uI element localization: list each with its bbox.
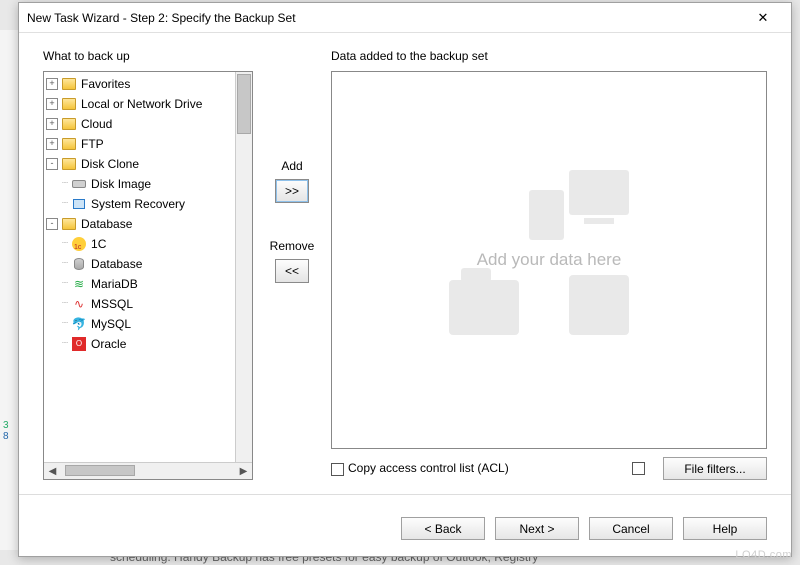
vertical-scrollbar[interactable] [235,72,252,462]
tree-connector: ┈ [62,314,68,334]
cancel-button[interactable]: Cancel [589,517,673,540]
destination-panel: Data added to the backup set [331,49,767,480]
tree-toggle[interactable]: - [46,158,58,170]
source-label: What to back up [43,49,253,65]
backup-set-list[interactable]: Add your data here [331,71,767,449]
tree-item-label: Oracle [91,334,126,354]
options-row: Copy access control list (ACL) File filt… [331,449,767,480]
vertical-scroll-thumb[interactable] [237,74,251,134]
folder-icon [61,136,77,152]
tree-item-label: System Recovery [91,194,185,214]
tree-item[interactable]: ┈ Disk Image [44,174,252,194]
scroll-right-arrow[interactable]: ▶ [235,466,252,477]
horizontal-scrollbar[interactable]: ◀ ▶ [44,462,252,479]
tree-connector: ┈ [62,254,68,274]
tree-item[interactable]: ┈ 1C [44,234,252,254]
folder-icon [61,76,77,92]
dialog-content: What to back up + Favorites + Local or Netw… [19,33,791,505]
tree-toggle[interactable]: + [46,98,58,110]
tree-item-label: MSSQL [91,294,133,314]
window-title: New Task Wizard - Step 2: Specify the Ba… [27,11,743,25]
mysql-icon: 🐬 [71,316,87,332]
horizontal-scroll-track[interactable] [61,463,235,479]
tree-toggle[interactable]: - [46,218,58,230]
remove-button[interactable]: << [275,259,309,283]
tree-item[interactable]: + Favorites [44,74,252,94]
horizontal-scroll-thumb[interactable] [65,465,135,476]
monitor-icon [71,196,87,212]
onec-icon [71,236,87,252]
acl-checkbox-label[interactable]: Copy access control list (ACL) [331,461,509,475]
tree-item-label: FTP [81,134,104,154]
disk-icon [71,176,87,192]
tree-toggle[interactable]: + [46,138,58,150]
folder-icon [61,156,77,172]
tree-item[interactable]: + Local or Network Drive [44,94,252,114]
acl-checkbox[interactable] [331,463,344,476]
tree-item-label: Database [81,214,132,234]
folder-icon [61,116,77,132]
tree-connector: ┈ [62,174,68,194]
tree-item-label: Local or Network Drive [81,94,202,114]
help-button[interactable]: Help [683,517,767,540]
tree-item[interactable]: - Database [44,214,252,234]
source-panel: What to back up + Favorites + Local or Netw… [43,49,253,480]
folder-icon [61,96,77,112]
next-button[interactable]: Next > [495,517,579,540]
dialog-window: New Task Wizard - Step 2: Specify the Ba… [18,2,792,557]
tree-connector: ┈ [62,294,68,314]
db-icon [71,256,87,272]
scroll-left-arrow[interactable]: ◀ [44,466,61,477]
tree-item-label: Cloud [81,114,112,134]
file-filters-button[interactable]: File filters... [663,457,767,480]
tree-toggle[interactable]: + [46,118,58,130]
acl-text: Copy access control list (ACL) [348,461,509,475]
bg-num: 3 [0,420,18,431]
maria-icon: ≋ [71,276,87,292]
back-button[interactable]: < Back [401,517,485,540]
placeholder-text: Add your data here [477,250,622,270]
tree-item[interactable]: - Disk Clone [44,154,252,174]
tree-item[interactable]: + Cloud [44,114,252,134]
source-tree-container: +Favorites+Local or Network Drive+Cloud+… [43,71,253,480]
tree-connector: ┈ [62,274,68,294]
tree-item-label: MySQL [91,314,131,334]
oracle-icon: O [71,336,87,352]
titlebar: New Task Wizard - Step 2: Specify the Ba… [19,3,791,33]
tree-item-label: MariaDB [91,274,138,294]
mssql-icon: ∿ [71,296,87,312]
tree-item-label: Disk Image [91,174,151,194]
tree-item-label: Favorites [81,74,130,94]
tree-item[interactable]: ┈∿MSSQL [44,294,252,314]
tree-item[interactable]: ┈OOracle [44,334,252,354]
tree-item-label: Disk Clone [81,154,139,174]
filters-checkbox[interactable] [632,462,645,475]
add-label: Add [281,159,302,173]
transfer-buttons: Add >> Remove << [265,49,319,480]
tree-connector: ┈ [62,234,68,254]
tree-connector: ┈ [62,194,68,214]
destination-label: Data added to the backup set [331,49,767,65]
tree-item-label: 1C [91,234,106,254]
close-button[interactable]: ✕ [743,4,783,32]
footer-separator [19,494,791,495]
tree-toggle[interactable]: + [46,78,58,90]
remove-label: Remove [270,239,315,253]
source-tree[interactable]: +Favorites+Local or Network Drive+Cloud+… [44,72,252,462]
bg-num: 8 [0,431,18,442]
tree-item[interactable]: ┈ System Recovery [44,194,252,214]
background-gutter: 3 8 [0,30,19,550]
tree-item[interactable]: ┈≋MariaDB [44,274,252,294]
wizard-footer: < Back Next > Cancel Help [19,505,791,556]
tree-connector: ┈ [62,334,68,354]
add-button[interactable]: >> [275,179,309,203]
main-row: What to back up + Favorites + Local or Netw… [43,49,767,480]
tree-item[interactable]: ┈🐬MySQL [44,314,252,334]
tree-item-label: Database [91,254,142,274]
tree-item[interactable]: + FTP [44,134,252,154]
watermark: LO4D.com [735,549,792,561]
folder-icon [61,216,77,232]
